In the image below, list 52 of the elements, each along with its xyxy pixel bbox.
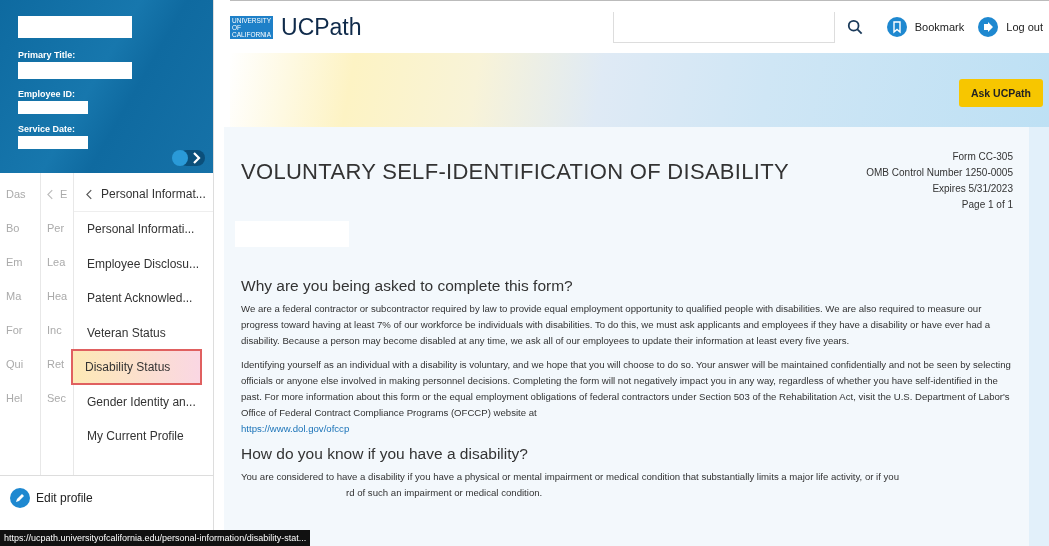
paragraph: We are a federal contractor or subcontractor required by law to provide equal employment opportunity to qualified people with disabilities. We are also required to measure our progress toward having at least 7% of our workforce be individuals with disabilities. To do this, we must ask applicants and employees if they have a disability or have ever had a disability. Because a person may become disabled at any time, we ask all of our employees to update their information at least every five years. xyxy=(241,302,992,348)
submenu-item[interactable]: Employee Disclosu... xyxy=(75,248,212,279)
logout-link[interactable]: Log out xyxy=(1006,21,1043,33)
paragraph: You are considered to have a disability if you have a physical or mental impairment or medical condition that substantially limits a major life activity, or if you xyxy=(241,470,901,484)
app-title[interactable]: UCPath xyxy=(281,13,362,41)
bookmark-icon[interactable] xyxy=(886,17,907,37)
submenu-item[interactable]: Veteran Status xyxy=(75,317,178,348)
search-field[interactable] xyxy=(612,11,835,43)
section-heading: How do you know if you have a disability? xyxy=(241,445,529,463)
profile-label: Primary Title: xyxy=(18,50,77,61)
profile-label: Service Date: xyxy=(18,124,77,134)
profile-label: Employee ID: xyxy=(18,89,76,99)
form-meta: Form CC-305 xyxy=(952,150,1013,164)
ask-ucpath-button[interactable]: Ask UCPath xyxy=(958,79,1043,107)
menu-item[interactable]: Ret xyxy=(47,358,65,370)
section-heading: Why are you being asked to complete this form? xyxy=(241,277,574,295)
logout-icon[interactable] xyxy=(978,17,999,37)
edit-profile-link[interactable]: Edit profile xyxy=(36,491,93,505)
form-title: VOLUNTARY SELF-IDENTIFICATION OF DISABILITY xyxy=(241,159,789,185)
submenu-item[interactable]: Personal Informati... xyxy=(75,214,207,245)
menu-item[interactable]: Das xyxy=(6,188,26,200)
form-meta: Page 1 of 1 xyxy=(961,198,1013,212)
menu-item[interactable]: Qui xyxy=(6,358,24,370)
collapse-toggle-icon[interactable] xyxy=(171,149,205,167)
pencil-icon[interactable] xyxy=(10,488,30,508)
submenu-item[interactable]: My Current Profile xyxy=(75,421,196,452)
menu-item[interactable]: Per xyxy=(47,222,65,234)
submenu-item[interactable]: Disability Status xyxy=(71,349,203,386)
redacted-field xyxy=(18,101,88,114)
paragraph: Identifying yourself as an individual with a disability is voluntary, and we hope that you will choose to do so. Your answer will be maintained confidentially and not be seen by selecting officials or anyone else involved in making personnel decisions. Completing the form will not negatively impact you in any way, regardless of whether you have self-identified in the past. For more information about this form or the equal employment obligations of federal contractors under Section 503 of the Rehabilitation Act, visit the U.S. Department of Labor's Office of Federal Contract Compliance Programs (OFCCP) website at https://www.dol.gov/ofccp xyxy=(241,357,1013,437)
menu-item[interactable]: Hel xyxy=(6,392,23,404)
search-icon[interactable] xyxy=(846,19,863,35)
menu-item[interactable]: Hea xyxy=(47,290,68,302)
menu-item[interactable]: Inc xyxy=(47,324,62,336)
bookmark-link[interactable]: Bookmark xyxy=(914,21,965,33)
submenu-title[interactable]: Personal Informat... xyxy=(101,187,206,201)
link[interactable]: https://www.dol.gov/ofccp xyxy=(241,421,350,437)
menu-item[interactable]: Bo xyxy=(6,222,20,234)
form-meta: OMB Control Number 1250-0005 xyxy=(866,166,1013,180)
submenu-item[interactable]: Patent Acknowled... xyxy=(75,283,205,314)
menu-item[interactable]: Lea xyxy=(47,256,66,268)
back-icon[interactable] xyxy=(86,188,93,200)
menu-item[interactable]: Ma xyxy=(6,290,22,302)
submenu-item[interactable]: Gender Identity an... xyxy=(75,386,208,417)
redacted-field xyxy=(18,136,88,149)
status-url-tooltip: https://ucpath.universityofcalifornia.edu/personal-information/disability-stat... xyxy=(0,530,311,546)
menu-item[interactable]: For xyxy=(6,324,23,336)
menu-item[interactable]: E xyxy=(60,188,68,200)
menu-item[interactable]: Em xyxy=(6,256,23,268)
form-meta: Expires 5/31/2023 xyxy=(932,182,1013,196)
menu-item[interactable]: Sec xyxy=(47,392,66,404)
paragraph: rd of such an impairment or medical condition. xyxy=(346,486,544,500)
